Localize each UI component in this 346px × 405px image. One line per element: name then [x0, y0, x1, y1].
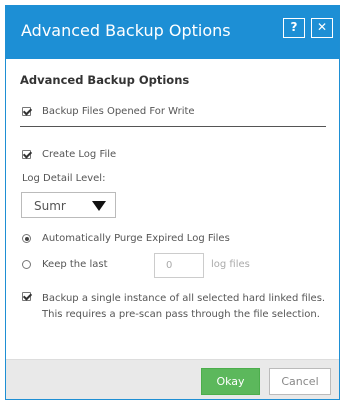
help-button[interactable]: ?: [283, 18, 305, 38]
dialog-content: Advanced Backup Options Backup Files Ope…: [6, 59, 339, 359]
cancel-button[interactable]: Cancel: [269, 368, 331, 395]
create-log-file-label: Create Log File: [42, 149, 117, 160]
keep-last-radio[interactable]: [22, 260, 31, 269]
backup-open-files-label: Backup Files Opened For Write: [42, 106, 195, 117]
log-detail-level-value: Sumr: [34, 199, 66, 213]
purge-logs-radio[interactable]: [22, 234, 31, 243]
section-divider: [20, 126, 326, 127]
dropdown-arrow-icon: [92, 201, 106, 211]
create-log-file-checkbox[interactable]: [22, 150, 31, 159]
dialog-footer: Okay Cancel: [6, 359, 339, 399]
okay-button[interactable]: Okay: [201, 368, 260, 395]
hard-links-label: Backup a single instance of all selected…: [42, 293, 326, 320]
section-heading: Advanced Backup Options: [20, 73, 190, 87]
keep-last-label: Keep the last: [42, 259, 108, 270]
dialog-title: Advanced Backup Options: [21, 21, 231, 40]
log-detail-level-select[interactable]: Sumr: [21, 192, 116, 218]
hard-links-checkbox[interactable]: [22, 292, 31, 301]
purge-logs-label: Automatically Purge Expired Log Files: [42, 233, 230, 244]
dialog-titlebar: Advanced Backup Options ? ✕: [6, 6, 339, 59]
advanced-backup-options-dialog: Advanced Backup Options ? ✕ Advanced Bac…: [5, 5, 340, 400]
keep-last-count-input[interactable]: 0: [154, 253, 204, 278]
backup-open-files-checkbox[interactable]: [22, 107, 31, 116]
log-detail-level-label: Log Detail Level:: [22, 173, 106, 184]
log-files-unit-label: log files: [211, 259, 250, 270]
close-button[interactable]: ✕: [311, 18, 333, 38]
